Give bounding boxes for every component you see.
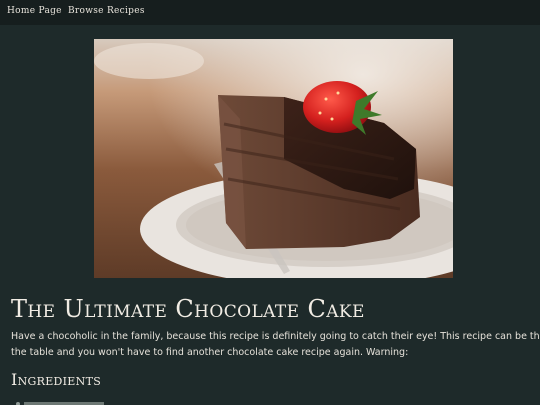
description-line: Have a chocoholic in the family, because… xyxy=(11,331,540,342)
cake-photo xyxy=(94,39,453,278)
ingredients-heading: Ingredients xyxy=(11,370,102,389)
recipe-description: Have a chocoholic in the family, because… xyxy=(11,329,540,361)
recipe-title: The Ultimate Chocolate Cake xyxy=(11,295,365,323)
nav-home-link[interactable]: Home Page xyxy=(7,6,62,16)
description-line: the table and you won't have to find ano… xyxy=(11,347,409,358)
hero-image xyxy=(94,39,453,278)
top-navbar: Home Page Browse Recipes xyxy=(0,0,540,25)
ingredient-list-item xyxy=(16,400,116,405)
nav-browse-recipes-link[interactable]: Browse Recipes xyxy=(68,6,145,16)
